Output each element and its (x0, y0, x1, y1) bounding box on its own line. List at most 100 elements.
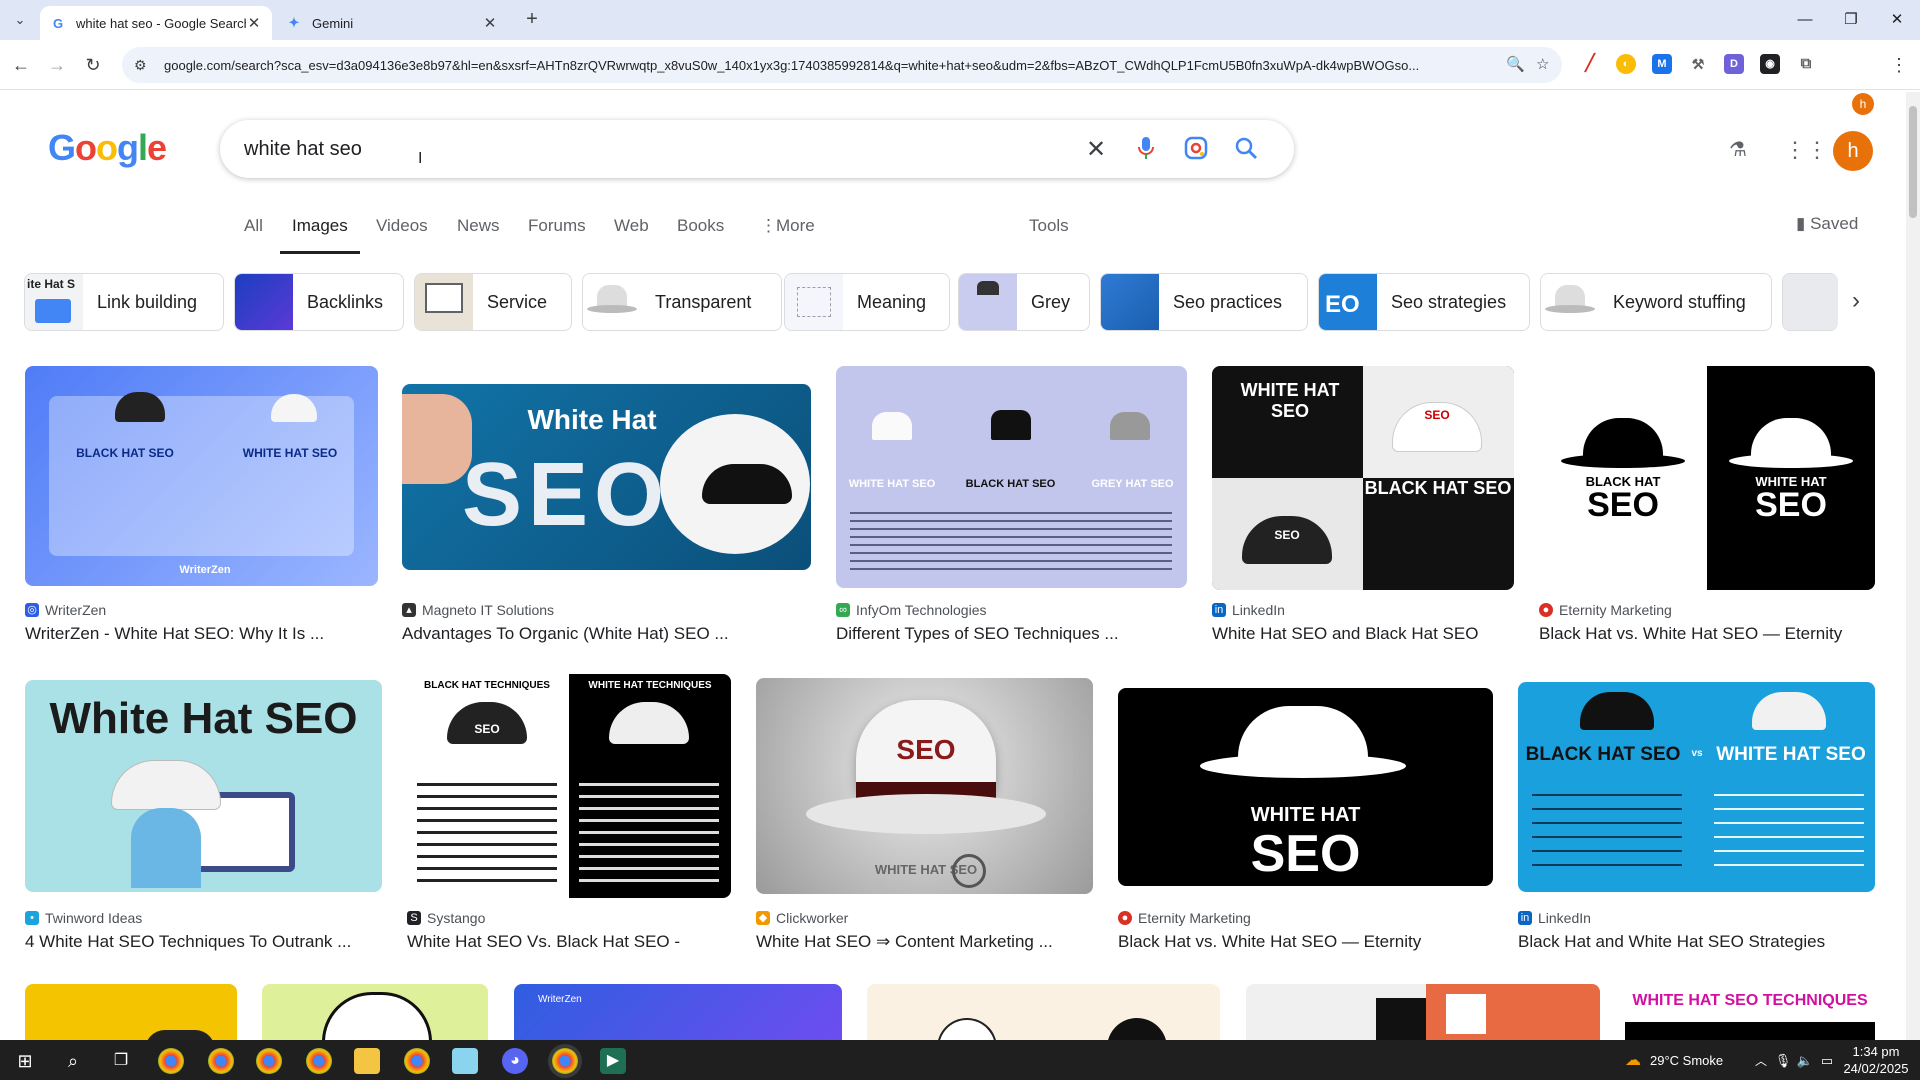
chips-next-arrow-icon[interactable]: › (1852, 287, 1860, 315)
result-caption[interactable]: Black Hat and White Hat SEO Strategies (1518, 932, 1875, 952)
notepad-icon[interactable] (452, 1048, 478, 1074)
result-source[interactable]: ● Eternity Marketing (1539, 602, 1672, 618)
omnibox[interactable]: ⚙ google.com/search?sca_esv=d3a094136e3e… (122, 47, 1562, 83)
search-icon[interactable] (1232, 136, 1260, 164)
microphone-icon[interactable] (1132, 136, 1160, 164)
browser-tab-gemini[interactable]: ✦ Gemini ✕ (276, 6, 508, 40)
d-extension-icon[interactable]: D (1724, 54, 1744, 74)
network-icon[interactable]: ▭ (1814, 1048, 1840, 1074)
result-image[interactable]: WHITE HAT SEO BLACK HAT SEO GREY HAT SEO (836, 366, 1187, 588)
result-source[interactable]: in LinkedIn (1518, 910, 1591, 926)
tab-forums[interactable]: Forums (528, 216, 586, 254)
result-source[interactable]: • Twinword Ideas (25, 910, 142, 926)
tools-extension-icon[interactable]: ⚒ (1688, 54, 1708, 74)
tab-videos[interactable]: Videos (376, 216, 428, 254)
zoom-icon[interactable]: 🔍 (1506, 55, 1525, 73)
result-image[interactable]: White Hat SEO (402, 384, 811, 570)
camera-extension-icon[interactable]: ◉ (1760, 54, 1780, 74)
result-source[interactable]: ● Eternity Marketing (1118, 910, 1251, 926)
chip-meaning[interactable]: Meaning (784, 273, 950, 331)
result-caption[interactable]: Black Hat vs. White Hat SEO — Eternity (1539, 624, 1875, 644)
discord-icon[interactable]: ◕ (502, 1048, 528, 1074)
task-view-icon[interactable]: ❐ (108, 1048, 134, 1074)
clock-time[interactable]: 1:34 pm (1846, 1044, 1906, 1059)
chip-service[interactable]: Service (414, 273, 572, 331)
chip-grey[interactable]: Grey (958, 273, 1090, 331)
chip-keyword-stuffing[interactable]: Keyword stuffing (1540, 273, 1772, 331)
mail-extension-icon[interactable]: M (1652, 54, 1672, 74)
browser-profile-avatar[interactable]: h (1852, 93, 1874, 115)
chrome-taskbar-icon[interactable] (306, 1048, 332, 1074)
result-caption[interactable]: White Hat SEO Vs. Black Hat SEO - (407, 932, 731, 952)
file-explorer-icon[interactable] (354, 1048, 380, 1074)
google-lens-icon[interactable] (1182, 136, 1210, 164)
bookmark-star-icon[interactable]: ☆ (1536, 55, 1549, 73)
site-info-icon[interactable]: ⚙ (134, 57, 154, 74)
result-source[interactable]: ◎ WriterZen (25, 602, 106, 618)
google-apps-grid-icon[interactable]: ⋮⋮⋮ (1784, 136, 1850, 164)
tools-button[interactable]: Tools (1029, 216, 1069, 254)
new-tab-button[interactable]: + (520, 8, 544, 32)
result-source[interactable]: S Systango (407, 910, 485, 926)
partial-result-image[interactable]: WriterZen (514, 984, 842, 1040)
browser-tab-google-search[interactable]: G white hat seo - Google Search ✕ (40, 6, 272, 40)
taskbar-search-icon[interactable]: ⌕ (60, 1048, 86, 1074)
chrome-taskbar-icon[interactable] (256, 1048, 282, 1074)
result-source[interactable]: ◆ Clickworker (756, 910, 848, 926)
result-image[interactable]: SEO WHITE HAT SEO (756, 678, 1093, 894)
result-caption[interactable]: Black Hat vs. White Hat SEO — Eternity (1118, 932, 1493, 952)
close-tab-icon[interactable]: ✕ (246, 14, 262, 32)
color-extension-icon[interactable]: ◐ (1616, 54, 1636, 74)
result-source[interactable]: in LinkedIn (1212, 602, 1285, 618)
result-caption[interactable]: White Hat SEO ⇒ Content Marketing ... (756, 932, 1093, 952)
tab-books[interactable]: Books (677, 216, 724, 254)
tab-web[interactable]: Web (614, 216, 649, 254)
chrome-taskbar-icon[interactable] (208, 1048, 234, 1074)
clear-search-icon[interactable]: ✕ (1082, 136, 1110, 164)
result-caption[interactable]: White Hat SEO and Black Hat SEO (1212, 624, 1514, 644)
weather-text[interactable]: 29°C Smoke (1650, 1053, 1723, 1068)
chip-seo-strategies[interactable]: EO Seo strategies (1318, 273, 1530, 331)
result-caption[interactable]: 4 White Hat SEO Techniques To Outrank ..… (25, 932, 382, 952)
result-caption[interactable]: Different Types of SEO Techniques ... (836, 624, 1187, 644)
tab-more[interactable]: More (776, 216, 815, 254)
result-caption[interactable]: WriterZen - White Hat SEO: Why It Is ... (25, 624, 378, 644)
search-labs-flask-icon[interactable]: ⚗ (1724, 136, 1752, 164)
saved-button[interactable]: ▮ Saved (1796, 214, 1858, 234)
chip-transparent[interactable]: Transparent (582, 273, 782, 331)
result-image[interactable]: BLACK HAT SEO vs WHITE HAT SEO (1518, 682, 1875, 892)
result-image[interactable]: BLACK HAT SEO WHITE HAT SEO WriterZen (25, 366, 378, 586)
chrome-taskbar-icon[interactable] (158, 1048, 184, 1074)
chip-backlinks[interactable]: Backlinks (234, 273, 404, 331)
google-logo[interactable]: Google (48, 127, 167, 169)
tab-news[interactable]: News (457, 216, 500, 254)
windows-start-icon[interactable]: ⊞ (12, 1048, 38, 1074)
result-caption[interactable]: Advantages To Organic (White Hat) SEO ..… (402, 624, 811, 644)
tab-all[interactable]: All (244, 216, 263, 254)
partial-result-image[interactable] (1246, 984, 1600, 1040)
chrome-taskbar-icon[interactable] (404, 1048, 430, 1074)
close-tab-icon[interactable]: ✕ (482, 14, 498, 32)
tab-search-chevron-icon[interactable]: ⌄ (8, 8, 32, 32)
restore-window-button[interactable]: ❐ (1828, 6, 1874, 34)
back-arrow-icon[interactable]: ← (8, 52, 34, 78)
result-image[interactable]: BLACK HAT SEO WHITE HAT SEO (1539, 366, 1875, 590)
extensions-puzzle-icon[interactable]: ⧉ (1796, 54, 1816, 74)
result-source[interactable]: ∞ InfyOm Technologies (836, 602, 986, 618)
result-source[interactable]: ▴ Magneto IT Solutions (402, 602, 554, 618)
chip-link-building[interactable]: ite Hat S Link building (24, 273, 224, 331)
chip-partial[interactable] (1782, 273, 1838, 331)
reload-icon[interactable]: ↻ (80, 52, 106, 78)
partial-result-image[interactable] (262, 984, 488, 1040)
browser-menu-icon[interactable]: ⋮ (1886, 52, 1912, 78)
result-image[interactable]: WHITE HAT SEO BLACK HAT SEO SEO SEO (1212, 366, 1514, 590)
result-image[interactable]: White Hat SEO (25, 680, 382, 892)
close-window-button[interactable]: ✕ (1874, 6, 1920, 34)
tab-images[interactable]: Images (280, 216, 360, 254)
scrollbar-thumb[interactable] (1909, 106, 1917, 218)
partial-result-image[interactable]: WHITE HAT SEO TECHNIQUES (1625, 984, 1875, 1040)
weather-icon[interactable]: ☁ (1620, 1048, 1646, 1074)
minimize-window-button[interactable]: — (1782, 6, 1828, 34)
result-image[interactable]: BLACK HAT TECHNIQUES WHITE HAT TECHNIQUE… (407, 674, 731, 898)
search-input[interactable] (244, 134, 1044, 164)
